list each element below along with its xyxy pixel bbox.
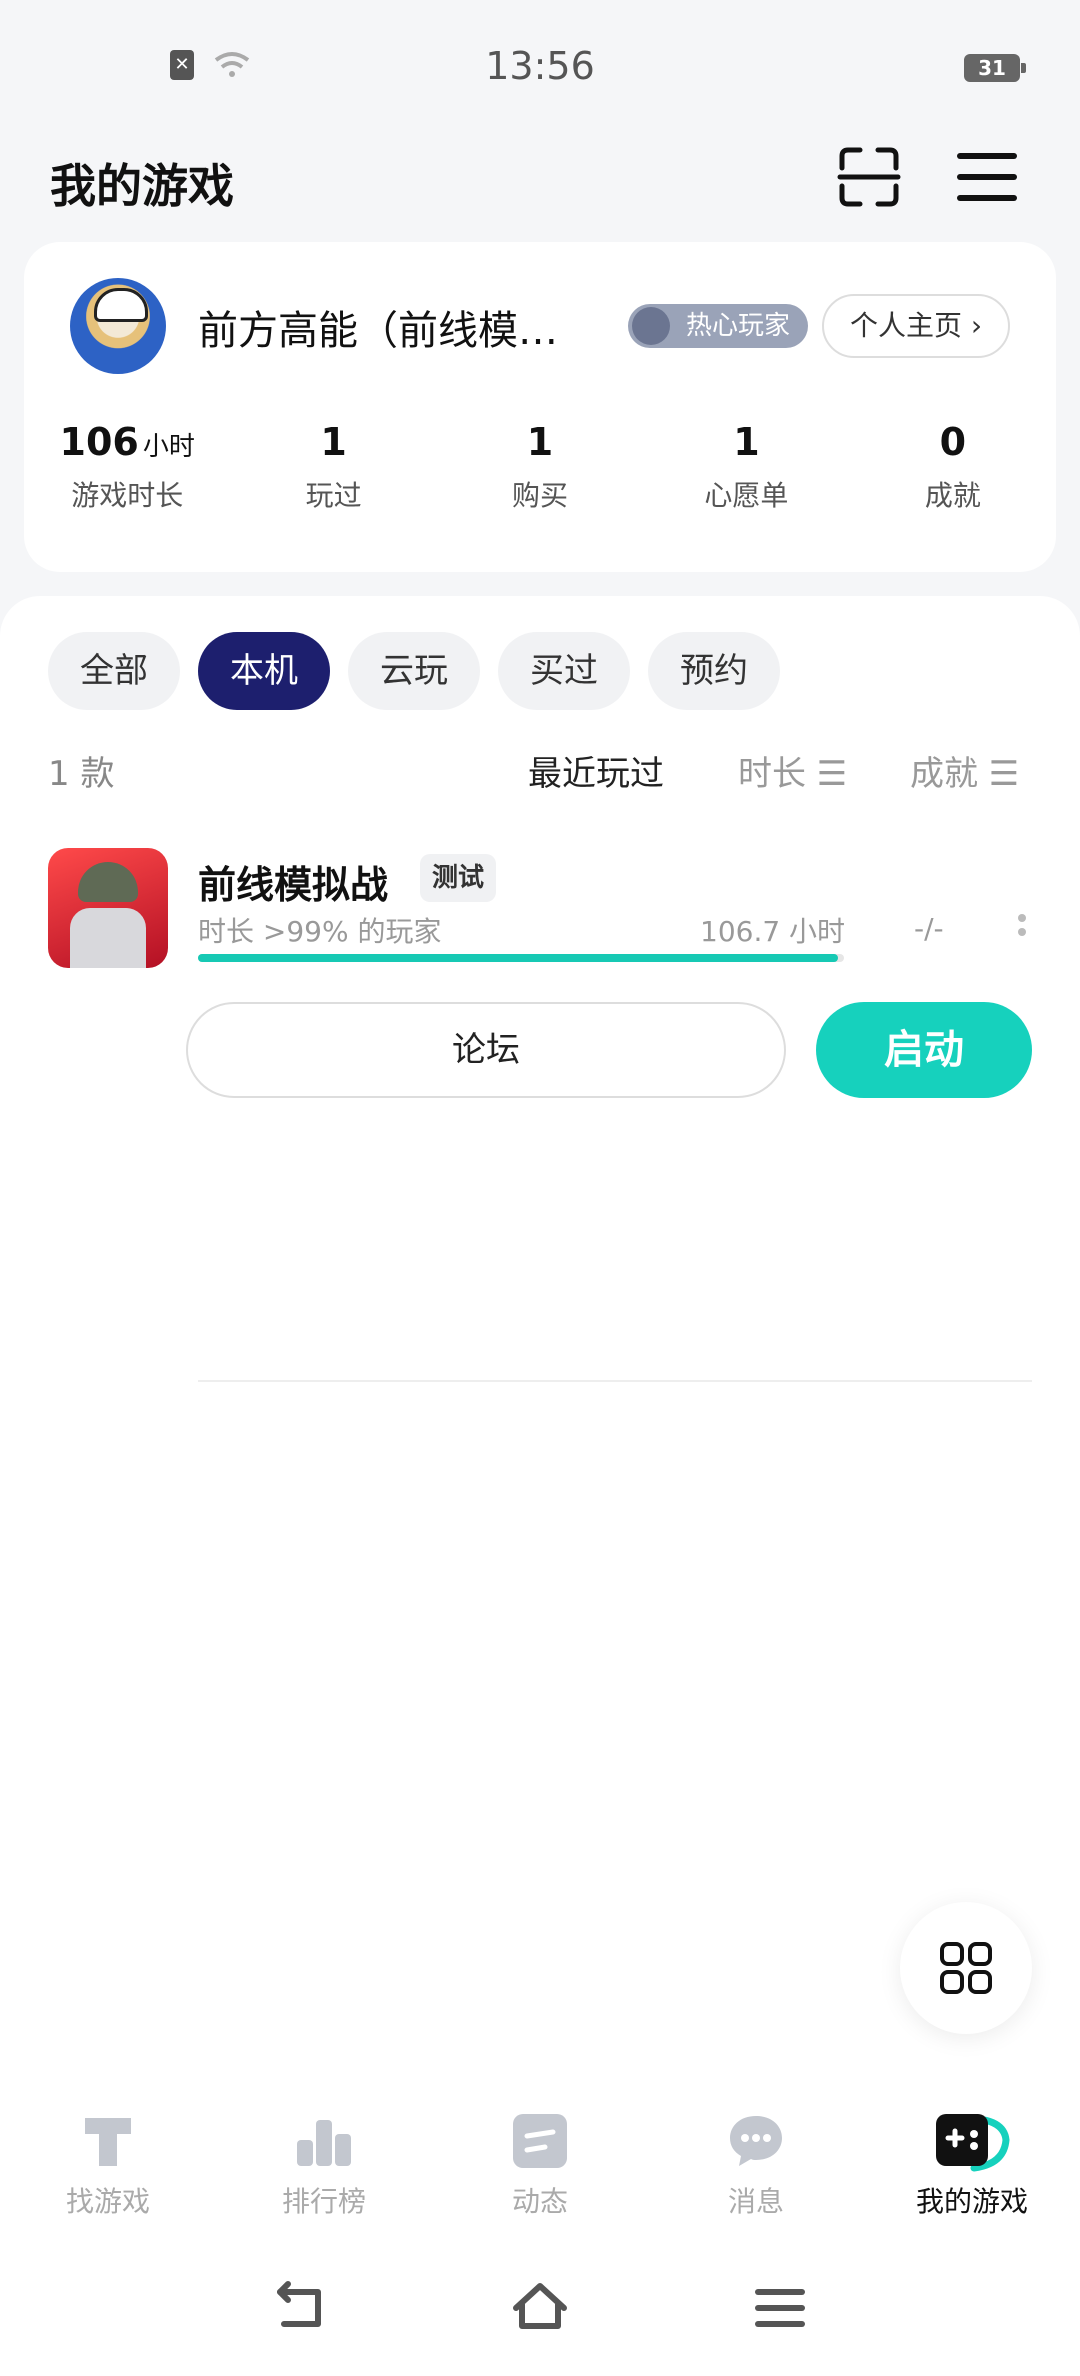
forum-button[interactable]: 论坛 [186,1002,786,1098]
game-achievements: -/- [914,912,944,945]
filter-bought[interactable]: 买过 [498,632,630,710]
tab-label: 我的游戏 [915,2185,1028,2218]
tab-label: 排行榜 [281,2185,366,2218]
stat-wishlist[interactable]: 1 心愿单 [643,420,849,514]
more-icon[interactable] [1018,914,1026,944]
stat-value: 1 [733,420,760,464]
stat-playtime[interactable]: 106 小时 游戏时长 [24,420,230,514]
clock: 13:56 [485,44,595,88]
stat-value: 106 [59,420,139,464]
stat-purchased[interactable]: 1 购买 [437,420,643,514]
tab-label: 找游戏 [65,2185,150,2218]
stat-achievements[interactable]: 0 成就 [850,420,1056,514]
playtime-progress-fill [198,954,838,962]
grid-icon [940,1942,992,1994]
home-icon[interactable] [510,2278,570,2338]
ranking-icon [297,2120,351,2166]
app-header: 我的游戏 [0,132,1080,242]
message-icon [730,2116,782,2166]
stat-label: 购买 [512,479,569,512]
game-count: 1 款 [48,754,115,794]
battery-icon: 31 [964,54,1026,82]
stat-value: 1 [320,420,347,464]
game-hours: 106.7 小时 [700,915,846,948]
status-bar: ✕ 13:56 31 [0,0,1080,132]
stat-label: 心愿单 [704,479,789,512]
sort-duration[interactable]: 时长 ☰ [738,746,847,795]
stat-value: 1 [526,420,554,464]
filter-all[interactable]: 全部 [48,632,180,710]
games-panel: 全部 本机 云玩 买过 预约 1 款 最近玩过 时长 ☰ 成就 ☰ 前线模拟战 … [0,596,1080,2080]
bottom-tab-bar: 找游戏 排行榜 动态 消息 我的游戏 [0,2080,1080,2256]
stats-row: 106 小时 游戏时长 1 玩过 1 购买 1 心愿单 0 成就 [24,420,1056,514]
game-icon[interactable] [48,848,168,968]
launch-button[interactable]: 启动 [816,1002,1032,1098]
tab-label: 动态 [511,2185,568,2218]
tab-feed[interactable]: 动态 [432,2080,648,2256]
stat-label: 游戏时长 [71,479,184,512]
stat-label: 玩过 [305,479,362,512]
filter-chips: 全部 本机 云玩 买过 预约 [48,632,780,710]
sort-achievement[interactable]: 成就 ☰ [910,746,1019,795]
divider [198,1380,1032,1382]
game-name[interactable]: 前线模拟战 [198,854,388,909]
filter-cloud[interactable]: 云玩 [348,632,480,710]
gamepad-icon [632,307,670,345]
stat-unit: 小时 [142,432,195,462]
tab-label: 消息 [727,2185,784,2218]
profile-card: 前方高能（前线模… 热心玩家 个人主页 › 106 小时 游戏时长 1 玩过 1 … [24,242,1056,572]
badge-label: 热心玩家 [686,311,791,341]
test-tag: 测试 [420,854,497,902]
filter-local[interactable]: 本机 [198,632,330,710]
page-title: 我的游戏 [50,159,234,213]
playtime-progress [198,954,844,962]
scan-icon[interactable] [834,142,904,212]
tab-find-games[interactable]: 找游戏 [0,2080,216,2256]
player-badge[interactable]: 热心玩家 [628,304,809,348]
sort-bar: 1 款 最近玩过 时长 ☰ 成就 ☰ [48,746,1032,806]
homepage-button[interactable]: 个人主页 › [822,294,1010,358]
discover-icon [85,2118,131,2166]
menu-icon[interactable] [952,142,1022,212]
playtime-rank: 时长 >99% 的玩家 [198,915,442,948]
stat-played[interactable]: 1 玩过 [230,420,436,514]
sort-recent[interactable]: 最近玩过 [528,746,664,795]
my-games-icon [936,2114,1010,2172]
recents-icon[interactable] [750,2278,810,2338]
tab-messages[interactable]: 消息 [648,2080,864,2256]
tab-ranking[interactable]: 排行榜 [216,2080,432,2256]
feed-icon [513,2114,567,2168]
grid-fab[interactable] [900,1902,1032,2034]
system-nav-bar [0,2256,1080,2376]
filter-reserved[interactable]: 预约 [648,632,780,710]
stat-label: 成就 [924,479,981,512]
avatar[interactable] [70,278,166,374]
username[interactable]: 前方高能（前线模… [198,298,578,356]
game-item: 前线模拟战 测试 时长 >99% 的玩家 106.7 小时 -/- 论坛 启动 [48,848,1032,1382]
stat-value: 0 [939,420,967,464]
tab-my-games[interactable]: 我的游戏 [864,2080,1080,2256]
back-icon[interactable] [270,2278,330,2338]
